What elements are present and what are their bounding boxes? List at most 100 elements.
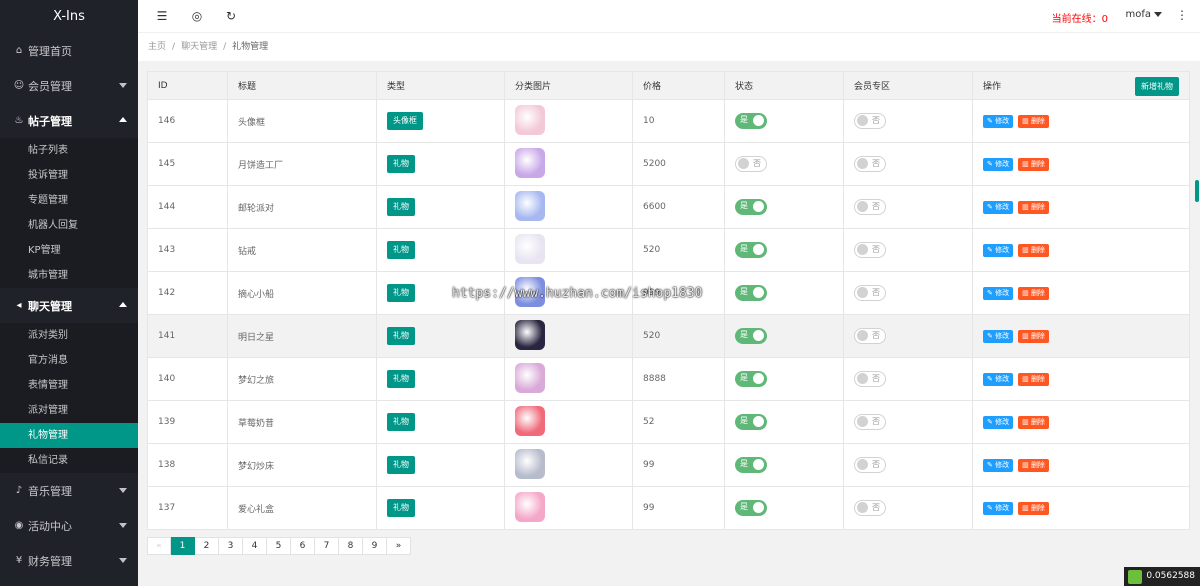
page-button[interactable]: 8 [339, 537, 363, 555]
status-toggle[interactable]: 是 [735, 500, 767, 516]
edit-button[interactable]: ✎ 修改 [983, 157, 1014, 171]
status-toggle[interactable]: 是 [735, 199, 767, 215]
sidebar-subitem[interactable]: 私信记录 [0, 448, 138, 473]
edit-button[interactable]: ✎ 修改 [983, 372, 1014, 386]
vip-toggle[interactable]: 否 [854, 371, 886, 387]
sidebar-item-5[interactable]: ◉ 活动中心 [0, 508, 138, 543]
sidebar-subitem[interactable]: 表情管理 [0, 373, 138, 398]
delete-button[interactable]: ▥ 删除 [1018, 114, 1049, 128]
menu-toggle-icon[interactable]: ☰ [155, 9, 169, 23]
gift-thumbnail[interactable] [515, 491, 545, 522]
delete-button[interactable]: ▥ 删除 [1018, 415, 1049, 429]
sidebar-item-3[interactable]: ◂ 聊天管理 [0, 288, 138, 323]
user-menu[interactable]: mofa [1125, 9, 1162, 20]
delete-button[interactable]: ▥ 删除 [1018, 157, 1049, 171]
add-gift-button[interactable]: 新增礼物 [1135, 77, 1179, 96]
edit-button[interactable]: ✎ 修改 [983, 458, 1014, 472]
page-button[interactable]: 2 [195, 537, 219, 555]
edit-button[interactable]: ✎ 修改 [983, 415, 1014, 429]
gift-thumbnail[interactable] [515, 362, 545, 393]
delete-button[interactable]: ▥ 删除 [1018, 200, 1049, 214]
cell-actions: ✎ 修改 ▥ 删除 [972, 99, 1190, 143]
edit-label: 修改 [995, 159, 1010, 168]
page-button[interactable]: 6 [291, 537, 315, 555]
delete-button[interactable]: ▥ 删除 [1018, 329, 1049, 343]
vip-toggle[interactable]: 否 [854, 156, 886, 172]
page-button[interactable]: 9 [363, 537, 387, 555]
vip-toggle[interactable]: 否 [854, 457, 886, 473]
switch-label: 是 [740, 416, 748, 425]
delete-button[interactable]: ▥ 删除 [1018, 458, 1049, 472]
status-toggle[interactable]: 是 [735, 113, 767, 129]
sidebar-item-0[interactable]: ⌂ 管理首页 [0, 33, 138, 68]
sidebar-subitem[interactable]: 派对管理 [0, 398, 138, 423]
edit-button[interactable]: ✎ 修改 [983, 114, 1014, 128]
refresh-icon[interactable]: ↻ [224, 9, 238, 23]
breadcrumb-home[interactable]: 主页 [148, 42, 166, 52]
status-toggle[interactable]: 是 [735, 242, 767, 258]
sidebar-subitem[interactable]: 官方消息 [0, 348, 138, 373]
edit-icon: ✎ [987, 116, 996, 125]
delete-button[interactable]: ▥ 删除 [1018, 372, 1049, 386]
sidebar-subitem[interactable]: 机器人回复 [0, 213, 138, 238]
sidebar-item-2[interactable]: ♨ 帖子管理 [0, 103, 138, 138]
status-toggle[interactable]: 否 [735, 156, 767, 172]
gift-thumbnail[interactable] [515, 319, 545, 350]
edit-button[interactable]: ✎ 修改 [983, 329, 1014, 343]
status-toggle[interactable]: 是 [735, 328, 767, 344]
trash-icon: ▥ [1022, 159, 1031, 168]
delete-button[interactable]: ▥ 删除 [1018, 286, 1049, 300]
vip-toggle[interactable]: 否 [854, 113, 886, 129]
sidebar-subitem[interactable]: 投诉管理 [0, 163, 138, 188]
edit-button[interactable]: ✎ 修改 [983, 286, 1014, 300]
sidebar: X-Ins ⌂ 管理首页 ☺ 会员管理 ♨ 帖子管理 帖子列表 投诉管理 专题管理 机器人回复 KP… [0, 0, 138, 586]
sidebar-subitem[interactable]: KP管理 [0, 238, 138, 263]
cell-title: 钻戒 [227, 228, 377, 272]
switch-knob [753, 416, 764, 427]
sidebar-item-label: 聊天管理 [28, 299, 72, 313]
sidebar-item-6[interactable]: ¥ 财务管理 [0, 543, 138, 578]
gift-thumbnail[interactable] [515, 233, 545, 264]
edit-button[interactable]: ✎ 修改 [983, 200, 1014, 214]
gift-thumbnail[interactable] [515, 405, 545, 436]
gift-thumbnail[interactable] [515, 147, 545, 178]
vip-toggle[interactable]: 否 [854, 500, 886, 516]
page-button[interactable]: 4 [243, 537, 267, 555]
cell-price: 52 [632, 400, 725, 444]
sidebar-subitem[interactable]: 城市管理 [0, 263, 138, 288]
status-toggle[interactable]: 是 [735, 457, 767, 473]
sidebar-subitem[interactable]: 礼物管理 [0, 423, 138, 448]
scroll-indicator[interactable] [1195, 180, 1199, 202]
next-page-button[interactable]: » [387, 537, 411, 555]
status-toggle[interactable]: 是 [735, 414, 767, 430]
breadcrumb-chat[interactable]: 聊天管理 [181, 42, 217, 52]
sidebar-subitem[interactable]: 派对类别 [0, 323, 138, 348]
edit-button[interactable]: ✎ 修改 [983, 501, 1014, 515]
page-button[interactable]: 7 [315, 537, 339, 555]
globe-icon[interactable]: ◎ [190, 9, 204, 23]
vip-toggle[interactable]: 否 [854, 199, 886, 215]
page-button[interactable]: 3 [219, 537, 243, 555]
cell-status: 是 [724, 486, 844, 530]
more-vertical-icon[interactable]: ⋮ [1176, 8, 1188, 22]
gift-thumbnail[interactable] [515, 448, 545, 479]
sidebar-item-1[interactable]: ☺ 会员管理 [0, 68, 138, 103]
vip-toggle[interactable]: 否 [854, 328, 886, 344]
vip-toggle[interactable]: 否 [854, 414, 886, 430]
prev-page-button[interactable]: « [147, 537, 171, 555]
switch-knob [753, 502, 764, 513]
delete-button[interactable]: ▥ 删除 [1018, 501, 1049, 515]
page-button[interactable]: 1 [171, 537, 195, 555]
gift-thumbnail[interactable] [515, 104, 545, 135]
sidebar-item-4[interactable]: ♪ 音乐管理 [0, 473, 138, 508]
sidebar-subitem[interactable]: 帖子列表 [0, 138, 138, 163]
sidebar-subitem[interactable]: 专题管理 [0, 188, 138, 213]
gift-thumbnail[interactable] [515, 190, 545, 221]
edit-button[interactable]: ✎ 修改 [983, 243, 1014, 257]
vip-toggle[interactable]: 否 [854, 285, 886, 301]
status-toggle[interactable]: 是 [735, 371, 767, 387]
status-toggle[interactable]: 是 [735, 285, 767, 301]
delete-button[interactable]: ▥ 删除 [1018, 243, 1049, 257]
vip-toggle[interactable]: 否 [854, 242, 886, 258]
page-button[interactable]: 5 [267, 537, 291, 555]
